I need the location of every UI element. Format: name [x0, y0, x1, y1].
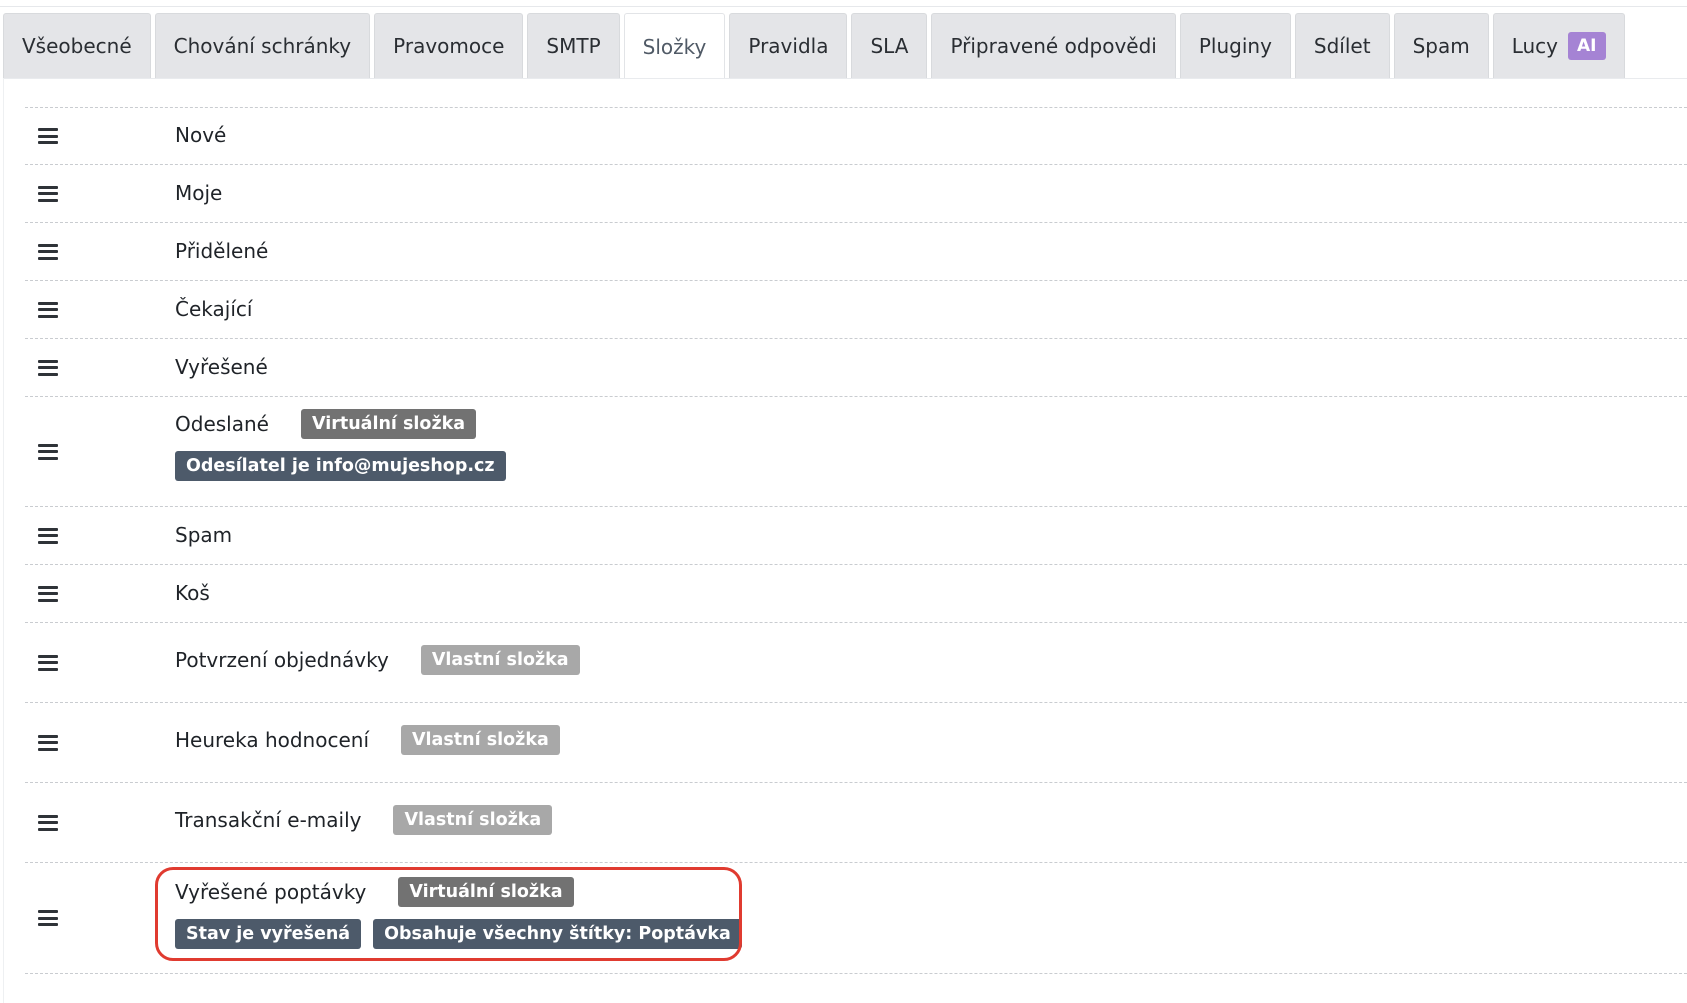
- folder-name: Potvrzení objednávky: [175, 648, 389, 672]
- drag-handle-icon[interactable]: [38, 185, 58, 202]
- panel-border: [3, 78, 4, 1003]
- folder-row-transactional-emails: Transakční e-maily Vlastní složka: [25, 783, 1687, 863]
- drag-handle-icon[interactable]: [38, 734, 58, 751]
- folder-name: Transakční e-maily: [175, 808, 362, 832]
- tab-canned-responses[interactable]: Připravené odpovědi: [931, 13, 1176, 78]
- drag-handle-icon[interactable]: [38, 654, 58, 671]
- folder-name: Odeslané: [175, 412, 269, 436]
- drag-handle-icon[interactable]: [38, 359, 58, 376]
- tab-label: Připravené odpovědi: [950, 34, 1157, 58]
- drag-handle-icon[interactable]: [38, 301, 58, 318]
- folder-row-assigned: Přidělené: [25, 223, 1687, 281]
- tab-lucy[interactable]: Lucy AI: [1492, 13, 1625, 78]
- tab-folders[interactable]: Složky: [623, 13, 726, 79]
- folder-list: Nové Moje Přidělené Čekající Vyřešené Od…: [25, 107, 1687, 974]
- virtual-folder-badge: Virtuální složka: [398, 877, 574, 907]
- top-border: [0, 6, 1687, 7]
- folder-name: Koš: [175, 581, 210, 605]
- virtual-folder-badge: Virtuální složka: [300, 409, 477, 439]
- tab-spam[interactable]: Spam: [1393, 13, 1489, 78]
- folder-row-waiting: Čekající: [25, 281, 1687, 339]
- tab-label: SMTP: [546, 34, 601, 58]
- folder-row-trash: Koš: [25, 565, 1687, 623]
- ai-badge: AI: [1568, 32, 1606, 60]
- custom-folder-badge: Vlastní složka: [401, 725, 560, 755]
- tab-label: Chování schránky: [173, 34, 352, 58]
- folder-name: Nové: [175, 123, 227, 147]
- drag-handle-icon[interactable]: [38, 243, 58, 260]
- drag-handle-icon[interactable]: [38, 128, 58, 144]
- settings-tabs: Všeobecné Chování schránky Pravomoce SMT…: [3, 13, 1625, 79]
- folder-row-resolved: Vyřešené: [25, 339, 1687, 397]
- drag-handle-icon[interactable]: [38, 814, 58, 831]
- tab-label: Všeobecné: [22, 34, 132, 58]
- folder-name: Heureka hodnocení: [175, 728, 370, 752]
- tab-label: SLA: [870, 34, 909, 58]
- tab-rules[interactable]: Pravidla: [729, 13, 848, 78]
- folder-name: Vyřešené: [175, 355, 268, 379]
- condition-badge: Odesílatel je info@mujeshop.cz: [175, 451, 506, 481]
- folder-row-spam: Spam: [25, 507, 1687, 565]
- tab-label: Sdílet: [1313, 34, 1371, 58]
- drag-handle-icon[interactable]: [38, 527, 58, 544]
- condition-badge: Obsahuje všechny štítky: Poptávka: [373, 919, 742, 949]
- tab-general[interactable]: Všeobecné: [3, 13, 151, 78]
- custom-folder-badge: Vlastní složka: [420, 645, 580, 675]
- folder-name: Čekající: [175, 297, 253, 321]
- folder-name: Přidělené: [175, 239, 269, 263]
- folder-row-order-confirmation: Potvrzení objednávky Vlastní složka: [25, 623, 1687, 703]
- tab-label: Pluginy: [1198, 34, 1272, 58]
- tab-label: Pravidla: [748, 34, 829, 58]
- custom-folder-badge: Vlastní složka: [393, 805, 553, 835]
- folder-row-new: Nové: [25, 108, 1687, 165]
- drag-handle-icon[interactable]: [38, 585, 58, 602]
- tab-divider: [3, 78, 1687, 79]
- tab-share[interactable]: Sdílet: [1294, 13, 1390, 78]
- tab-mailbox-behavior[interactable]: Chování schránky: [154, 13, 371, 78]
- tab-label: Složky: [642, 34, 707, 59]
- tab-sla[interactable]: SLA: [851, 13, 928, 78]
- tab-label: Pravomoce: [393, 34, 505, 58]
- folder-row-resolved-inquiries: Vyřešené poptávky Virtuální složka Stav …: [25, 863, 1687, 974]
- folder-row-sent: Odeslané Virtuální složka Odesílatel je …: [25, 397, 1687, 507]
- folder-row-heureka-reviews: Heureka hodnocení Vlastní složka: [25, 703, 1687, 783]
- folder-row-mine: Moje: [25, 165, 1687, 223]
- tab-label: Spam: [1412, 34, 1470, 58]
- tab-plugins[interactable]: Pluginy: [1179, 13, 1291, 78]
- drag-handle-icon[interactable]: [38, 910, 58, 926]
- tab-smtp[interactable]: SMTP: [527, 13, 620, 78]
- folder-name: Vyřešené poptávky: [175, 880, 367, 904]
- tab-permissions[interactable]: Pravomoce: [374, 13, 524, 78]
- folder-name: Spam: [175, 523, 233, 547]
- tab-label: Lucy: [1511, 34, 1559, 58]
- condition-badge: Stav je vyřešená: [175, 919, 362, 949]
- drag-handle-icon[interactable]: [38, 443, 58, 460]
- folder-name: Moje: [175, 181, 223, 205]
